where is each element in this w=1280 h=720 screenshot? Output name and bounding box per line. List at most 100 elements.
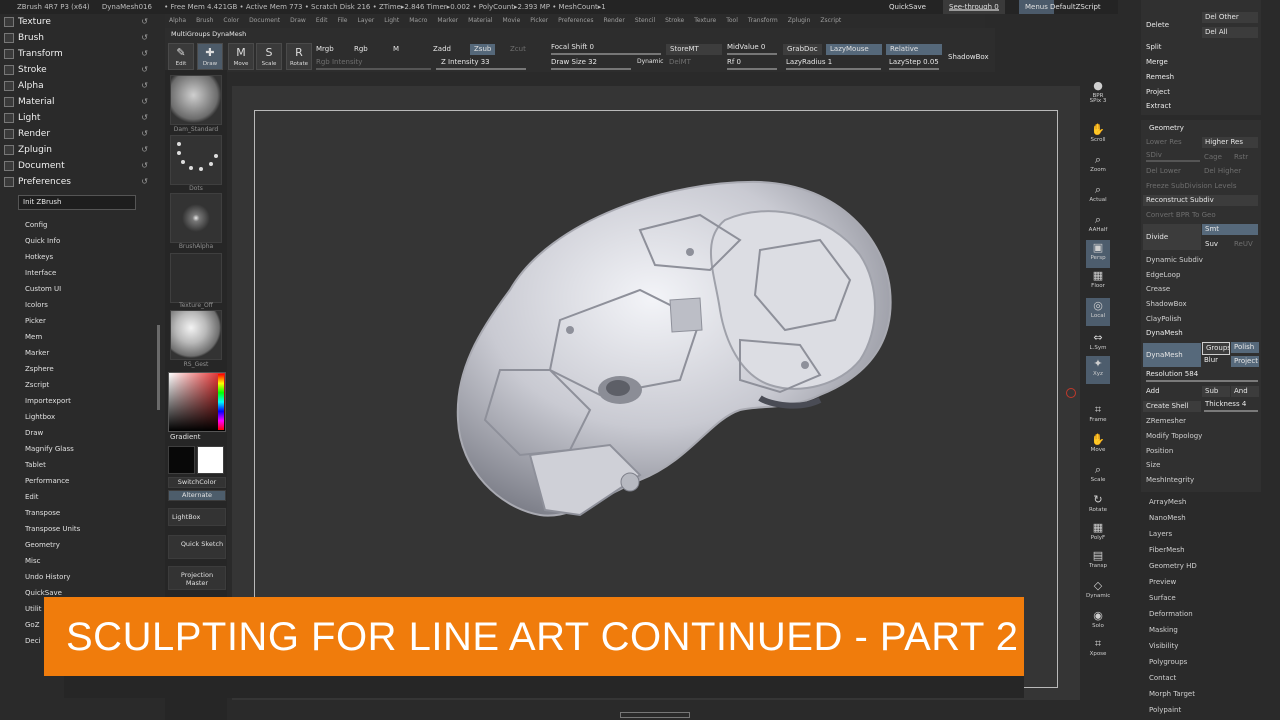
lazystep-slider[interactable]: LazyStep 0.05: [889, 58, 939, 66]
edit-mode-button[interactable]: ✎ Edit: [168, 43, 194, 70]
rotate-button[interactable]: ↻ Rotate: [1086, 492, 1110, 520]
pref-item[interactable]: Icolors: [25, 299, 48, 311]
subpalette-layers[interactable]: Layers: [1149, 530, 1172, 538]
del-other-button[interactable]: Del Other: [1202, 12, 1258, 23]
pin-icon[interactable]: ↺: [141, 14, 148, 30]
smt-toggle[interactable]: Smt: [1202, 224, 1258, 235]
menu-tool[interactable]: Tool: [726, 17, 738, 24]
pref-item[interactable]: Geometry: [25, 539, 60, 551]
add-button[interactable]: Add: [1146, 387, 1160, 395]
see-through-track[interactable]: [949, 9, 999, 11]
pref-item[interactable]: Marker: [25, 347, 49, 359]
thickness-slider[interactable]: Thickness 4: [1205, 400, 1246, 408]
menu-brush[interactable]: Brush: [196, 17, 213, 24]
pin-icon[interactable]: ↺: [141, 110, 148, 126]
palette-alpha[interactable]: Alpha ↺: [4, 78, 154, 94]
menu-layer[interactable]: Layer: [358, 17, 375, 24]
pref-item[interactable]: Edit: [25, 491, 39, 503]
menu-preferences[interactable]: Preferences: [558, 17, 593, 24]
size-header[interactable]: Size: [1146, 461, 1160, 469]
merge-button[interactable]: Merge: [1146, 58, 1168, 66]
menu-movie[interactable]: Movie: [503, 17, 521, 24]
sculpted-head-model[interactable]: [440, 170, 910, 540]
subpalette-morph-target[interactable]: Morph Target: [1149, 690, 1195, 698]
reuv-button[interactable]: ReUV: [1234, 240, 1253, 248]
z-intensity-slider[interactable]: Z Intensity 33: [441, 58, 490, 66]
aahalf-button[interactable]: ⌕ AAHalf: [1086, 212, 1110, 240]
pref-item[interactable]: Config: [25, 219, 47, 231]
palette-document[interactable]: Document ↺: [4, 158, 154, 174]
sdiv-slider[interactable]: SDiv: [1146, 151, 1162, 159]
crease-header[interactable]: Crease: [1146, 285, 1170, 293]
left-tray-scrollbar[interactable]: [157, 325, 160, 410]
xpose-button[interactable]: ⌗ Xpose: [1086, 636, 1110, 664]
pref-item[interactable]: Quick Info: [25, 235, 60, 247]
split-button[interactable]: Split: [1146, 43, 1162, 51]
remesh-button[interactable]: Remesh: [1146, 73, 1174, 81]
focal-shift-track[interactable]: [551, 53, 661, 55]
menu-stroke[interactable]: Stroke: [665, 17, 684, 24]
actual-button[interactable]: ⌕ Actual: [1086, 182, 1110, 210]
reconstruct-subdiv-button[interactable]: Reconstruct Subdiv: [1143, 195, 1258, 206]
transp-button[interactable]: ▤ Transp: [1086, 548, 1110, 576]
position-header[interactable]: Position: [1146, 447, 1173, 455]
modify-topology-header[interactable]: Modify Topology: [1146, 432, 1202, 440]
solo-button[interactable]: ◉ Solo: [1086, 608, 1110, 636]
default-zscript-button[interactable]: DefaultZScript: [1050, 0, 1101, 14]
frame-button[interactable]: ⌗ Frame: [1086, 402, 1110, 430]
pin-icon[interactable]: ↺: [141, 158, 148, 174]
groups-toggle[interactable]: Groups: [1202, 342, 1230, 355]
pin-icon[interactable]: ↺: [141, 46, 148, 62]
texture-thumbnail[interactable]: [170, 253, 222, 303]
pref-item[interactable]: Draw: [25, 427, 43, 439]
midvalue-track[interactable]: [727, 53, 777, 55]
blur-slider[interactable]: Blur: [1204, 356, 1218, 364]
menu-material[interactable]: Material: [468, 17, 492, 24]
delmt-button[interactable]: DelMT: [669, 58, 691, 66]
menu-macro[interactable]: Macro: [409, 17, 427, 24]
palette-transform[interactable]: Transform ↺: [4, 46, 154, 62]
del-higher-button[interactable]: Del Higher: [1204, 167, 1241, 175]
pref-item[interactable]: Utilit: [25, 603, 41, 615]
dynamic-button[interactable]: ◇ Dynamic: [1086, 578, 1110, 606]
palette-preferences[interactable]: Preferences ↺: [4, 174, 154, 190]
material-thumbnail[interactable]: [170, 310, 222, 360]
pref-item[interactable]: Lightbox: [25, 411, 55, 423]
rf-track[interactable]: [727, 68, 777, 70]
alpha-thumbnail[interactable]: [170, 193, 222, 243]
polyf-button[interactable]: ▦ PolyF: [1086, 520, 1110, 548]
subpalette-geometry-hd[interactable]: Geometry HD: [1149, 562, 1197, 570]
del-all-button[interactable]: Del All: [1202, 27, 1258, 38]
rstr-button[interactable]: Rstr: [1234, 153, 1248, 161]
meshintegrity-header[interactable]: MeshIntegrity: [1146, 476, 1194, 484]
stroke-thumbnail[interactable]: [170, 135, 222, 185]
rf-slider[interactable]: Rf 0: [727, 58, 741, 66]
menu-light[interactable]: Light: [384, 17, 399, 24]
lazystep-track[interactable]: [889, 68, 939, 70]
subpalette-polygroups[interactable]: Polygroups: [1149, 658, 1187, 666]
pref-item[interactable]: Tablet: [25, 459, 46, 471]
move-button[interactable]: ✋ Move: [1086, 432, 1110, 460]
floor-button[interactable]: ▦ Floor: [1086, 268, 1110, 296]
menu-render[interactable]: Render: [603, 17, 624, 24]
resolution-slider[interactable]: Resolution 584: [1146, 370, 1198, 378]
subpalette-deformation[interactable]: Deformation: [1149, 610, 1193, 618]
pref-item[interactable]: Zscript: [25, 379, 49, 391]
subpalette-polypaint[interactable]: Polypaint: [1149, 706, 1181, 714]
geometry-header[interactable]: Geometry: [1149, 124, 1184, 132]
project-toggle[interactable]: Project: [1231, 356, 1259, 367]
pref-item[interactable]: Interface: [25, 267, 56, 279]
brush-thumbnail[interactable]: [170, 75, 222, 125]
dynamic-subdiv-header[interactable]: Dynamic Subdiv: [1146, 256, 1203, 264]
menu-color[interactable]: Color: [223, 17, 239, 24]
convert-bpr-button[interactable]: Convert BPR To Geo: [1146, 211, 1216, 219]
cage-button[interactable]: Cage: [1204, 153, 1222, 161]
m-button[interactable]: M: [393, 45, 399, 53]
pin-icon[interactable]: ↺: [141, 78, 148, 94]
palette-brush[interactable]: Brush ↺: [4, 30, 154, 46]
sub-button[interactable]: Sub: [1202, 386, 1230, 397]
rotate-mode-button[interactable]: R Rotate: [286, 43, 312, 70]
higher-res-button[interactable]: Higher Res: [1202, 137, 1258, 148]
shadowbox-button[interactable]: ShadowBox: [948, 53, 989, 61]
pin-icon[interactable]: ↺: [141, 126, 148, 142]
